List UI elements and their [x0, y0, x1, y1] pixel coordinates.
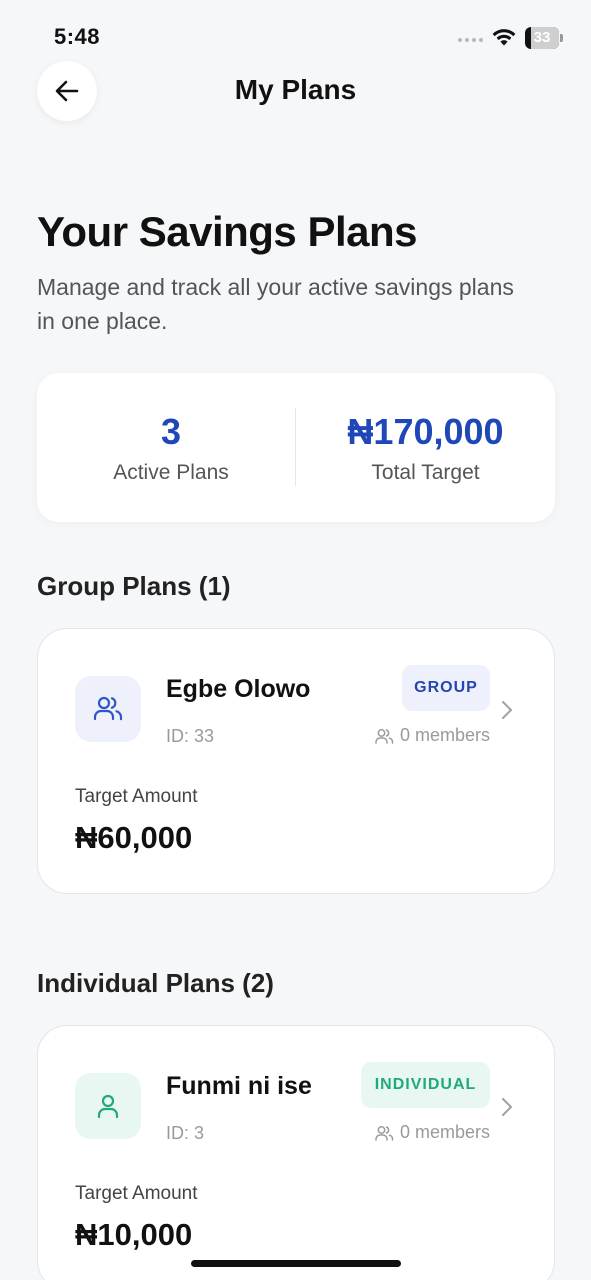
plan-name: Funmi ni ise — [166, 1072, 312, 1100]
plan-card-funmi-ni-ise[interactable]: Funmi ni ise ID: 3 INDIVIDUAL 0 members … — [37, 1025, 555, 1280]
page-title: Your Savings Plans — [37, 208, 418, 255]
status-bar: 5:48 33 — [0, 0, 591, 60]
target-amount-label: Target Amount — [75, 786, 198, 807]
status-time: 5:48 — [54, 24, 101, 49]
members-icon — [375, 1125, 394, 1141]
signal-dots-icon — [458, 38, 483, 42]
battery-icon: 33 — [525, 27, 563, 49]
plan-card-egbe-olowo[interactable]: Egbe Olowo ID: 33 GROUP 0 members Target… — [37, 628, 555, 894]
plan-icon-box — [75, 1073, 141, 1139]
home-indicator[interactable] — [191, 1260, 401, 1267]
group-plans-title: Group Plans (1) — [37, 571, 231, 601]
users-icon — [93, 696, 123, 721]
plan-members-text: 0 members — [399, 1122, 490, 1142]
plan-name: Egbe Olowo — [166, 675, 311, 703]
battery-level-text: 33 — [533, 29, 551, 46]
members-icon — [375, 728, 394, 744]
target-amount-value: ₦60,000 — [75, 820, 193, 855]
header-title: My Plans — [234, 74, 357, 105]
plan-members-text: 0 members — [399, 725, 490, 745]
plan-id: ID: 33 — [166, 726, 215, 746]
total-target-value: ₦170,000 — [347, 411, 504, 452]
active-plans-stat: 3 Active Plans — [37, 373, 305, 522]
total-target-label: Total Target — [371, 461, 480, 484]
chevron-right-icon — [502, 1098, 512, 1116]
page-subtitle: Manage and track all your active savings… — [37, 274, 514, 334]
target-amount-label: Target Amount — [75, 1183, 198, 1204]
plan-members: 0 members — [374, 725, 490, 746]
plan-members: 0 members — [374, 1122, 490, 1143]
plan-icon-box — [75, 676, 141, 742]
total-target-stat: ₦170,000 Total Target — [296, 373, 555, 522]
summary-card: 3 Active Plans ₦170,000 Total Target — [37, 373, 555, 522]
active-plans-label: Active Plans — [113, 461, 229, 484]
target-amount-value: ₦10,000 — [75, 1217, 193, 1252]
chevron-right-icon — [502, 701, 512, 719]
individual-plans-title: Individual Plans (2) — [37, 968, 274, 998]
plan-id: ID: 3 — [166, 1123, 205, 1143]
plan-type-badge: GROUP — [402, 665, 490, 711]
wifi-icon — [492, 29, 516, 46]
active-plans-value: 3 — [160, 411, 182, 452]
plan-type-badge: INDIVIDUAL — [361, 1062, 490, 1108]
user-icon — [97, 1094, 119, 1119]
